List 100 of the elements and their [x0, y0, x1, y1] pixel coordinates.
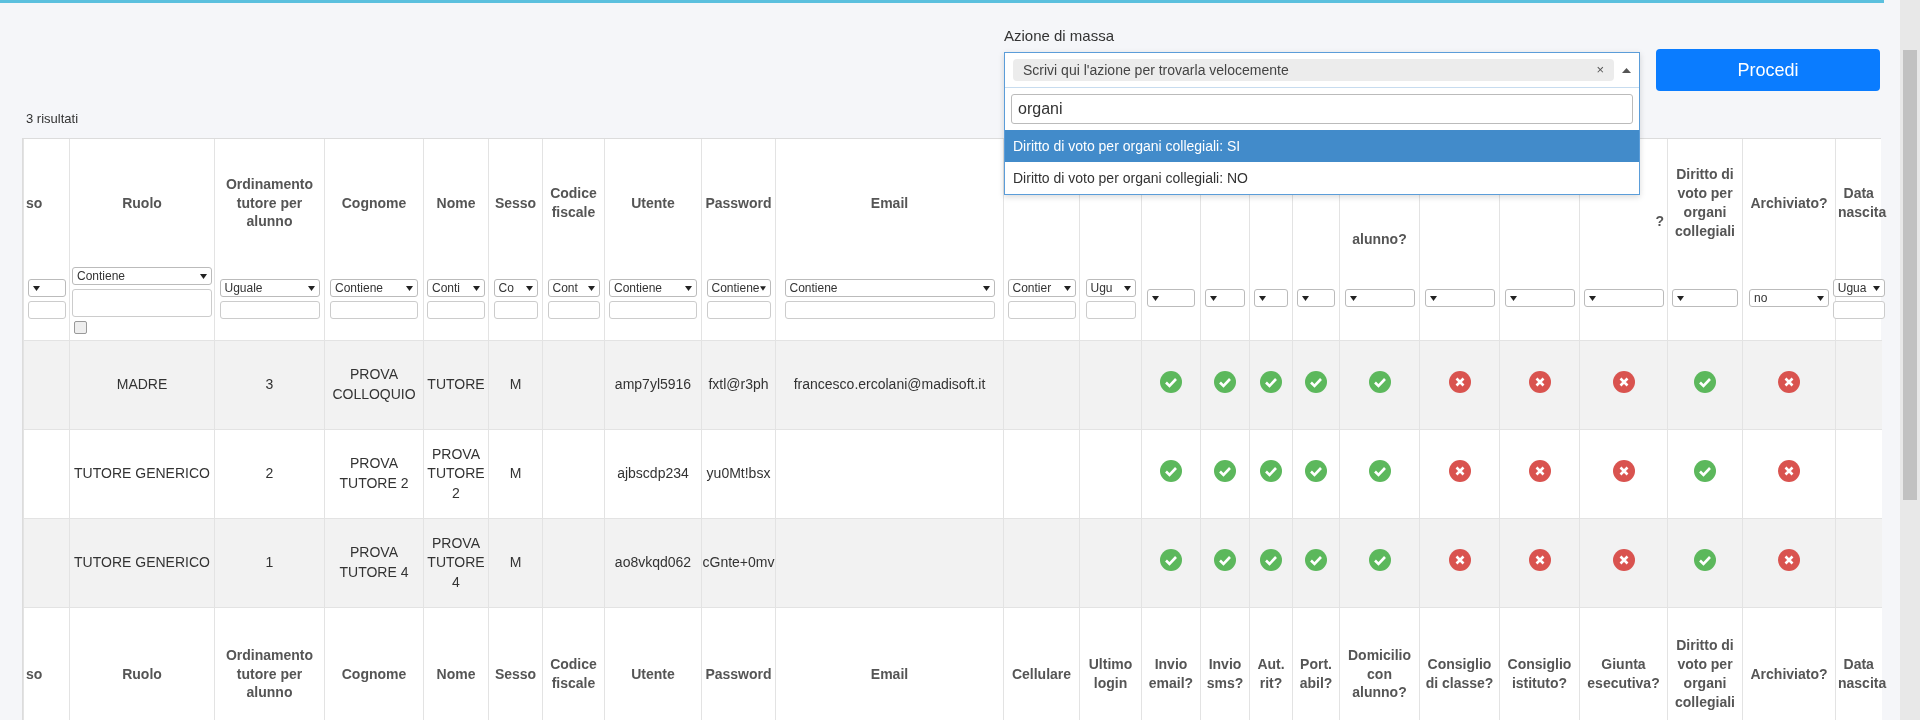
- column-header: Ordinamento tutore per alunno: [225, 175, 314, 230]
- action-dropdown[interactable]: Scrivi qui l'azione per trovarla velocemente × organi Diritto di voto per organi collegiali: SI Diritto di voto per organi collegiali: NO: [1004, 52, 1640, 195]
- column-header: alunno?: [1352, 231, 1407, 247]
- table-cell: TUTORE GENERICO: [74, 465, 210, 482]
- column-header: Ordinamento tutore per alunno: [225, 646, 314, 701]
- column-header: Diritto di voto per organi collegiali: [1675, 166, 1735, 239]
- table-cell: MADRE: [116, 376, 168, 393]
- column-header: Consiglio istituto?: [1507, 656, 1572, 691]
- filter-input[interactable]: [1085, 301, 1136, 319]
- caret-icon: [1152, 295, 1159, 301]
- filter-select[interactable]: Contiene: [706, 279, 771, 297]
- table-cell: ajbscdp234: [617, 465, 689, 482]
- column-header: Ruolo: [122, 194, 162, 211]
- filter-select[interactable]: Uguale: [219, 279, 320, 297]
- table-cell: francesco.ercolani@madisoft.it: [793, 376, 986, 393]
- caret-icon: [1302, 295, 1309, 301]
- filter-input[interactable]: [706, 301, 771, 319]
- filter-select[interactable]: [1254, 289, 1288, 307]
- table-cell: ao8vkqd062: [614, 554, 692, 571]
- table-cell: PROVA TUTORE 2: [427, 445, 485, 501]
- column-header: Ultimo login: [1088, 656, 1133, 691]
- column-header: Archiviato?: [1750, 665, 1828, 682]
- column-header: Diritto di voto per organi collegiali: [1675, 637, 1735, 710]
- filter-input[interactable]: [27, 301, 66, 319]
- filter-select[interactable]: [1297, 289, 1335, 307]
- column-header: Giunta esecutiva?: [1587, 656, 1660, 691]
- column-header: Aut. rit?: [1257, 656, 1285, 691]
- clear-icon[interactable]: ×: [1596, 62, 1604, 78]
- filter-select[interactable]: Co: [493, 279, 538, 297]
- filter-select[interactable]: Cont: [547, 279, 600, 297]
- filter-select[interactable]: Contiene: [330, 279, 418, 297]
- column-header: Consiglio di classe?: [1425, 656, 1494, 691]
- table-cell: cGnte+0mv: [702, 554, 775, 571]
- filter-input[interactable]: [427, 301, 485, 319]
- caret-icon: [685, 285, 692, 291]
- checkbox[interactable]: [74, 321, 87, 334]
- caret-icon: [200, 273, 207, 279]
- filter-input[interactable]: [609, 301, 697, 319]
- filter-input[interactable]: [1007, 301, 1076, 319]
- table-cell: 1: [265, 554, 274, 571]
- caret-icon: [1677, 295, 1684, 301]
- filter-input[interactable]: [72, 289, 212, 317]
- filter-select[interactable]: [27, 279, 66, 297]
- scrollbar-thumb[interactable]: [1903, 50, 1917, 500]
- column-header: Email: [870, 665, 909, 682]
- column-header: Data nascita: [1838, 185, 1887, 220]
- column-header: Ruolo: [122, 665, 162, 682]
- field-label: Azione di massa: [1004, 27, 1116, 44]
- proceed-button[interactable]: Procedi: [1656, 49, 1880, 91]
- filter-select[interactable]: Conti: [427, 279, 485, 297]
- column-header: Archiviato?: [1750, 194, 1828, 211]
- column-header: so: [26, 194, 43, 211]
- filter-input[interactable]: [1832, 301, 1885, 319]
- table-cell: M: [509, 376, 522, 393]
- caret-icon: [1210, 295, 1217, 301]
- filter-input[interactable]: [330, 301, 418, 319]
- caret-icon: [473, 285, 480, 291]
- dropdown-option[interactable]: Diritto di voto per organi collegiali: NO: [1005, 162, 1639, 194]
- table-cell: fxtl@r3ph: [708, 376, 769, 393]
- caret-icon: [1123, 285, 1131, 291]
- column-header: Invio sms?: [1206, 656, 1244, 691]
- column-header: Cognome: [341, 194, 407, 211]
- filter-select[interactable]: Contiene: [609, 279, 697, 297]
- filter-input[interactable]: [219, 301, 320, 319]
- caret-icon: [1872, 285, 1880, 291]
- table-cell: 2: [265, 465, 274, 482]
- filter-select[interactable]: no: [1749, 289, 1829, 307]
- column-header: Data nascita: [1838, 656, 1887, 691]
- caret-icon: [1588, 295, 1596, 301]
- caret-icon: [759, 285, 766, 291]
- column-header: Sesso: [494, 194, 537, 211]
- filter-select[interactable]: Contiene: [72, 267, 212, 285]
- filter-select[interactable]: [1205, 289, 1245, 307]
- filter-select[interactable]: Ugu: [1085, 279, 1136, 297]
- caret-icon: [982, 285, 990, 291]
- dropdown-option[interactable]: Diritto di voto per organi collegiali: SI: [1005, 130, 1639, 162]
- column-header: Nome: [436, 665, 476, 682]
- filter-select[interactable]: Contiene: [784, 279, 995, 297]
- caret-icon: [1063, 285, 1071, 291]
- column-header: Invio email?: [1148, 656, 1194, 691]
- filter-select[interactable]: Ugua: [1832, 279, 1885, 297]
- table-cell: PROVA TUTORE 4: [339, 544, 409, 580]
- caret-icon: [1622, 67, 1631, 73]
- column-header: Nome: [436, 194, 476, 211]
- caret-icon: [1817, 295, 1824, 301]
- column-header: Codice fiscale: [550, 656, 597, 691]
- column-header: Utente: [631, 194, 675, 211]
- scrollbar[interactable]: [1900, 0, 1920, 720]
- filter-select[interactable]: Contier: [1007, 279, 1076, 297]
- table-cell: M: [509, 554, 522, 571]
- filter-input[interactable]: [547, 301, 600, 319]
- column-header: Codice fiscale: [550, 185, 597, 220]
- caret-icon: [587, 285, 595, 291]
- search-field[interactable]: organi: [1011, 94, 1633, 124]
- filter-input[interactable]: [784, 301, 995, 319]
- column-header: Sesso: [494, 665, 537, 682]
- table-cell: TUTORE GENERICO: [74, 554, 210, 571]
- caret-icon: [1429, 295, 1437, 301]
- column-header: Utente: [631, 665, 675, 682]
- filter-input[interactable]: [493, 301, 538, 319]
